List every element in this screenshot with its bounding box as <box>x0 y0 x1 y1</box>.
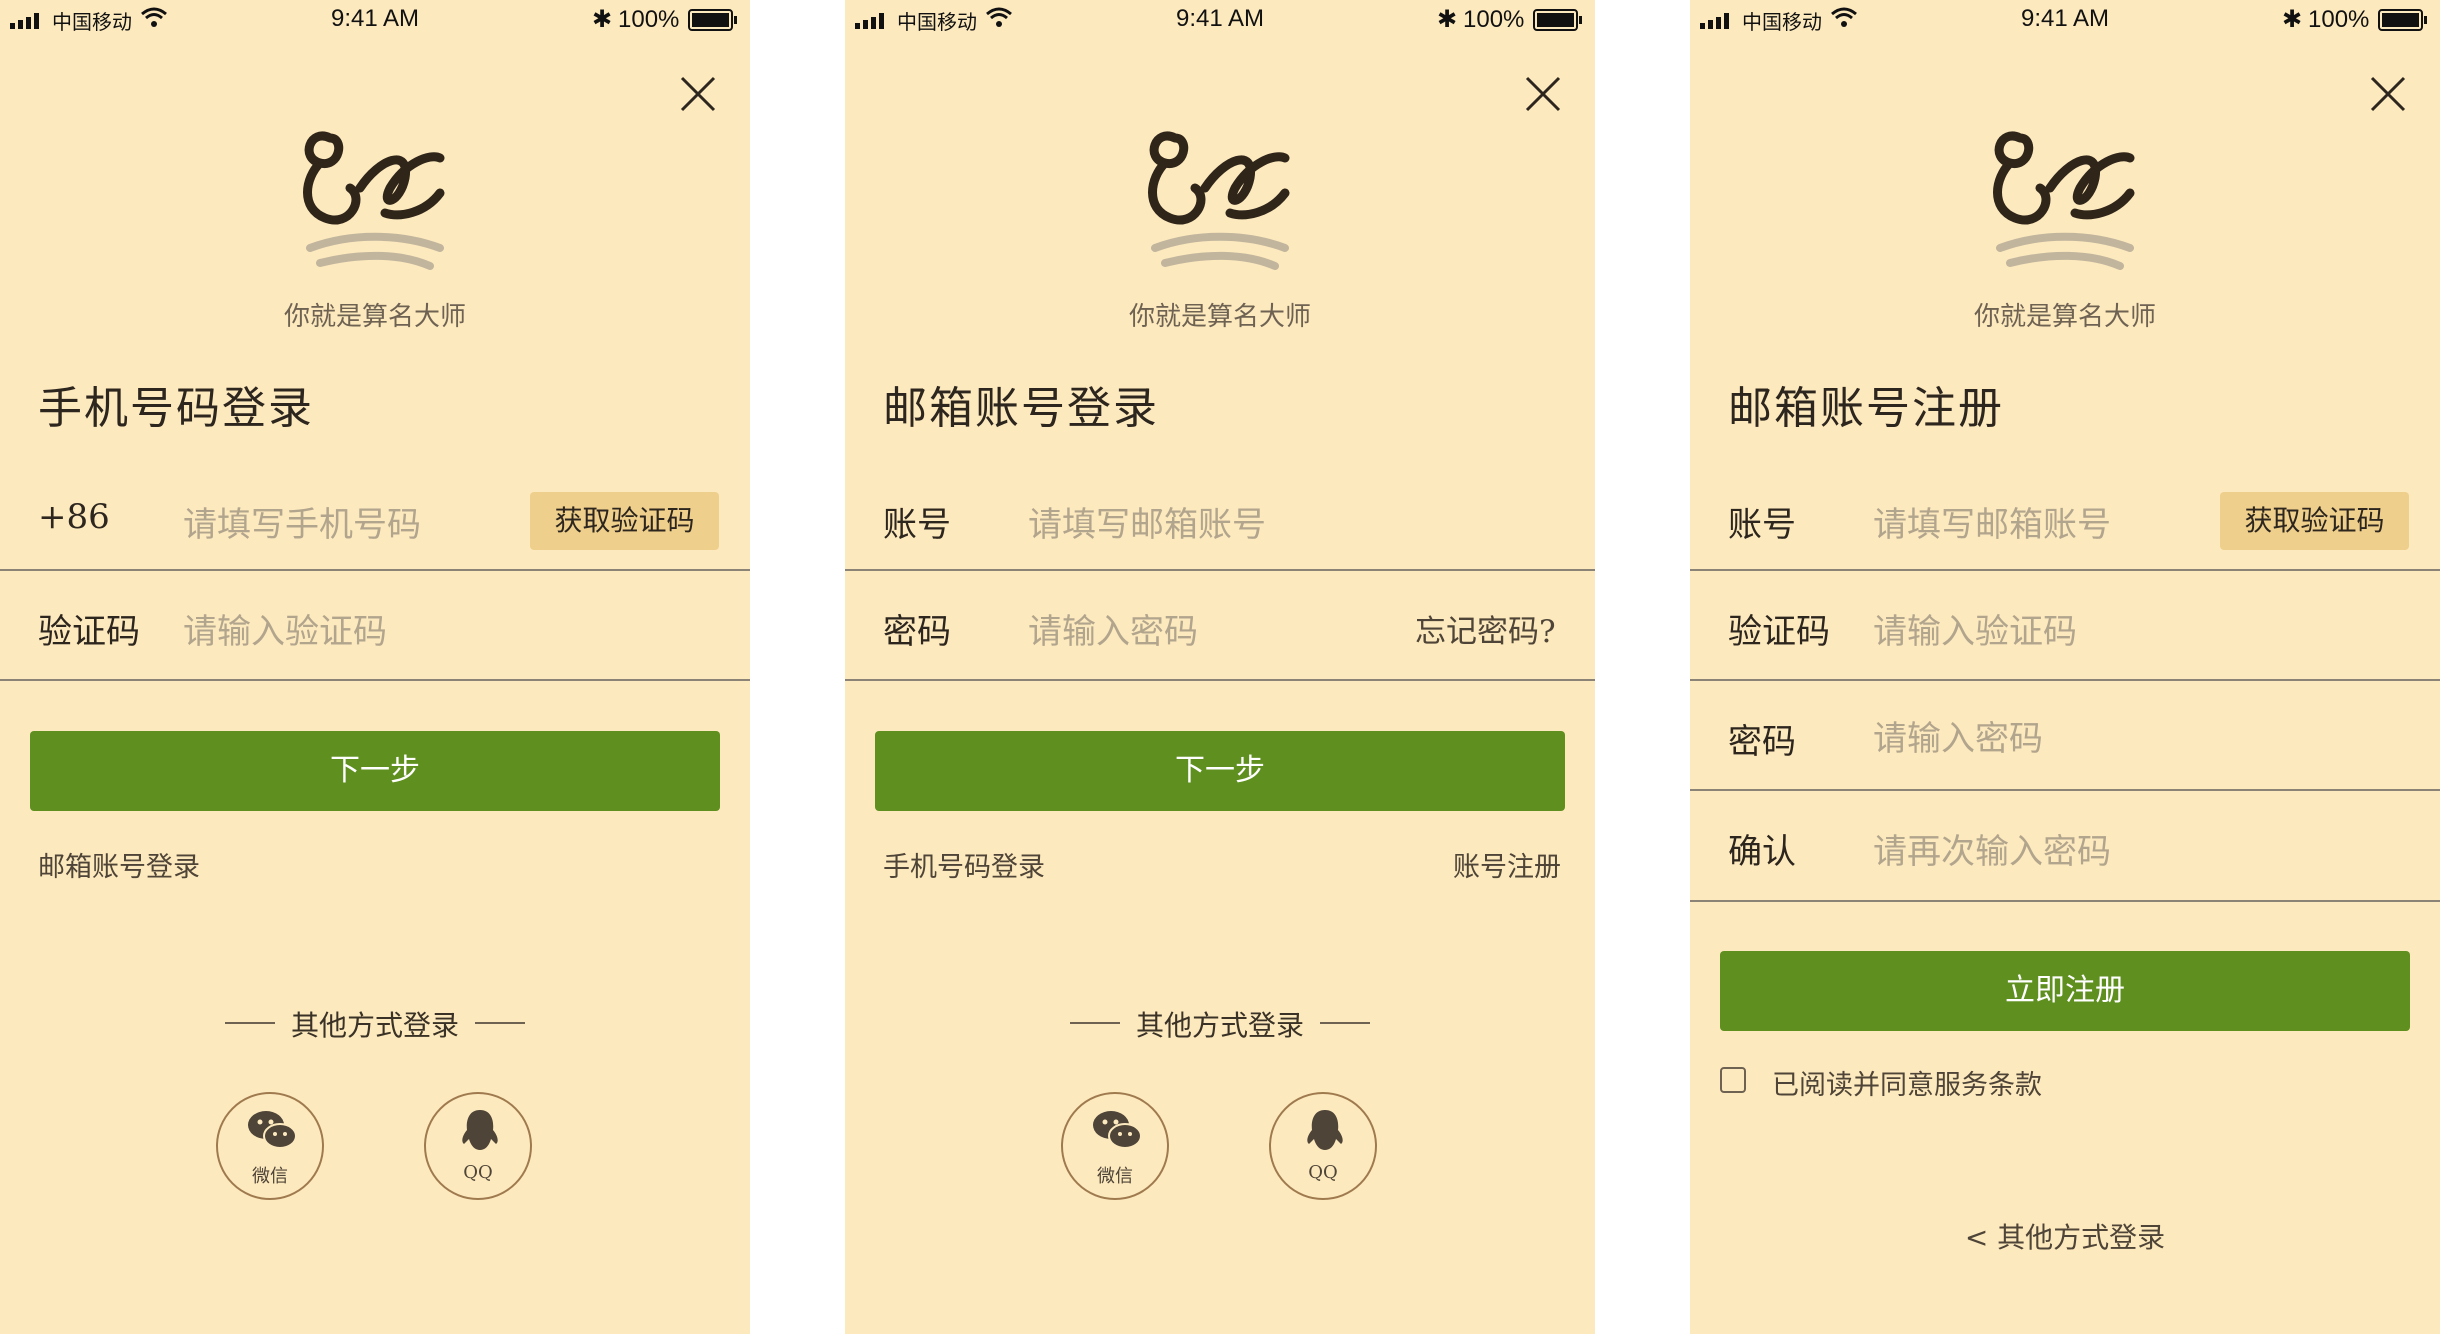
status-bar: 中国移动 9:41 AM ✱ 100% <box>1690 0 2440 40</box>
app-slogan: 你就是算名大师 <box>283 302 466 332</box>
app-logo-icon <box>303 131 445 270</box>
get-code-button[interactable]: 获取验证码 <box>2220 492 2409 550</box>
divider <box>1690 789 2440 791</box>
divider <box>1690 569 2440 571</box>
page-title: 邮箱账号登录 <box>883 383 1159 434</box>
qq-icon <box>1307 1110 1343 1150</box>
password-label: 密码 <box>1728 722 1796 762</box>
other-login-divider: 其他方式登录 <box>0 1004 750 1042</box>
close-icon[interactable] <box>1523 74 1563 114</box>
next-button[interactable]: 下一步 <box>875 731 1565 811</box>
battery-icon <box>2378 9 2427 31</box>
email-input[interactable]: 请填写邮箱账号 <box>1873 497 2111 546</box>
divider-line <box>475 1022 525 1024</box>
password-input[interactable]: 请输入密码 <box>1873 711 2043 760</box>
password-label: 密码 <box>883 612 951 652</box>
bluetooth-icon: ✱ <box>1437 6 1458 33</box>
code-input[interactable]: 请输入验证码 <box>1873 604 2077 653</box>
divider <box>1690 900 2440 902</box>
divider <box>0 679 750 681</box>
other-login-divider: 其他方式登录 <box>845 1004 1595 1042</box>
divider <box>845 679 1595 681</box>
next-button[interactable]: 下一步 <box>30 731 720 811</box>
email-input[interactable]: 请填写邮箱账号 <box>1028 497 1266 546</box>
status-bar: 中国移动 9:41 AM ✱ 100% <box>845 0 1595 40</box>
battery-percent: 100% <box>618 6 680 33</box>
wechat-label: 微信 <box>1097 1166 1133 1187</box>
confirm-label: 确认 <box>1728 832 1796 872</box>
divider <box>0 569 750 571</box>
qq-login-button[interactable]: QQ <box>424 1092 532 1200</box>
app-logo-icon <box>1148 131 1290 270</box>
confirm-password-input[interactable]: 请再次输入密码 <box>1873 824 2111 873</box>
divider <box>845 569 1595 571</box>
battery-icon <box>1533 9 1582 31</box>
battery-percent: 100% <box>1463 6 1525 33</box>
qq-login-button[interactable]: QQ <box>1269 1092 1377 1200</box>
agreement-label[interactable]: 已阅读并同意服务条款 <box>1772 1063 2042 1102</box>
code-label: 验证码 <box>38 612 140 652</box>
phone-login-link[interactable]: 手机号码登录 <box>883 845 1045 884</box>
page-title: 邮箱账号注册 <box>1728 383 2004 434</box>
bluetooth-icon: ✱ <box>592 6 613 33</box>
wechat-label: 微信 <box>252 1166 288 1187</box>
qq-label: QQ <box>463 1162 493 1183</box>
qq-icon <box>462 1110 498 1150</box>
app-logo-icon <box>1993 131 2135 270</box>
close-icon[interactable] <box>2368 74 2408 114</box>
register-button[interactable]: 立即注册 <box>1720 951 2410 1031</box>
status-bar: 中国移动 9:41 AM ✱ 100% <box>0 0 750 40</box>
phone-input[interactable]: 请填写手机号码 <box>183 497 421 546</box>
get-code-button[interactable]: 获取验证码 <box>530 492 719 550</box>
qq-label: QQ <box>1308 1162 1338 1183</box>
country-code[interactable]: +86 <box>38 497 110 537</box>
account-label: 账号 <box>1728 505 1796 545</box>
email-login-link[interactable]: 邮箱账号登录 <box>38 845 200 884</box>
wechat-login-button[interactable]: 微信 <box>216 1092 324 1200</box>
code-input[interactable]: 请输入验证码 <box>183 604 387 653</box>
back-other-login-link[interactable]: < 其他方式登录 <box>1690 1216 2440 1256</box>
wechat-icon <box>1093 1111 1142 1149</box>
password-input[interactable]: 请输入密码 <box>1028 604 1198 653</box>
battery-percent: 100% <box>2308 6 2370 33</box>
forgot-password-link[interactable]: 忘记密码? <box>1415 606 1556 651</box>
screen-email-register: 中国移动 9:41 AM ✱ 100% 你就是算名大师 邮箱账号注册 账号 请填… <box>1690 0 2440 1334</box>
account-label: 账号 <box>883 505 951 545</box>
bluetooth-icon: ✱ <box>2282 6 2303 33</box>
divider <box>1690 679 2440 681</box>
other-login-label: 其他方式登录 <box>290 1009 459 1042</box>
app-slogan: 你就是算名大师 <box>1128 302 1311 332</box>
close-icon[interactable] <box>678 74 718 114</box>
wechat-icon <box>248 1111 297 1149</box>
page-title: 手机号码登录 <box>38 383 314 434</box>
code-label: 验证码 <box>1728 612 1830 652</box>
other-login-label: 其他方式登录 <box>1135 1009 1304 1042</box>
register-link[interactable]: 账号注册 <box>1453 845 1561 884</box>
agreement-checkbox[interactable] <box>1720 1067 1746 1093</box>
wechat-login-button[interactable]: 微信 <box>1061 1092 1169 1200</box>
app-slogan: 你就是算名大师 <box>1973 302 2156 332</box>
divider-line <box>1320 1022 1370 1024</box>
screen-phone-login: 中国移动 9:41 AM ✱ 100% 你就是算名大师 手机号码登录 +86 请… <box>0 0 750 1334</box>
battery-icon <box>688 9 737 31</box>
screen-email-login: 中国移动 9:41 AM ✱ 100% 你就是算名大师 邮箱账号登录 账号 请填… <box>845 0 1595 1334</box>
